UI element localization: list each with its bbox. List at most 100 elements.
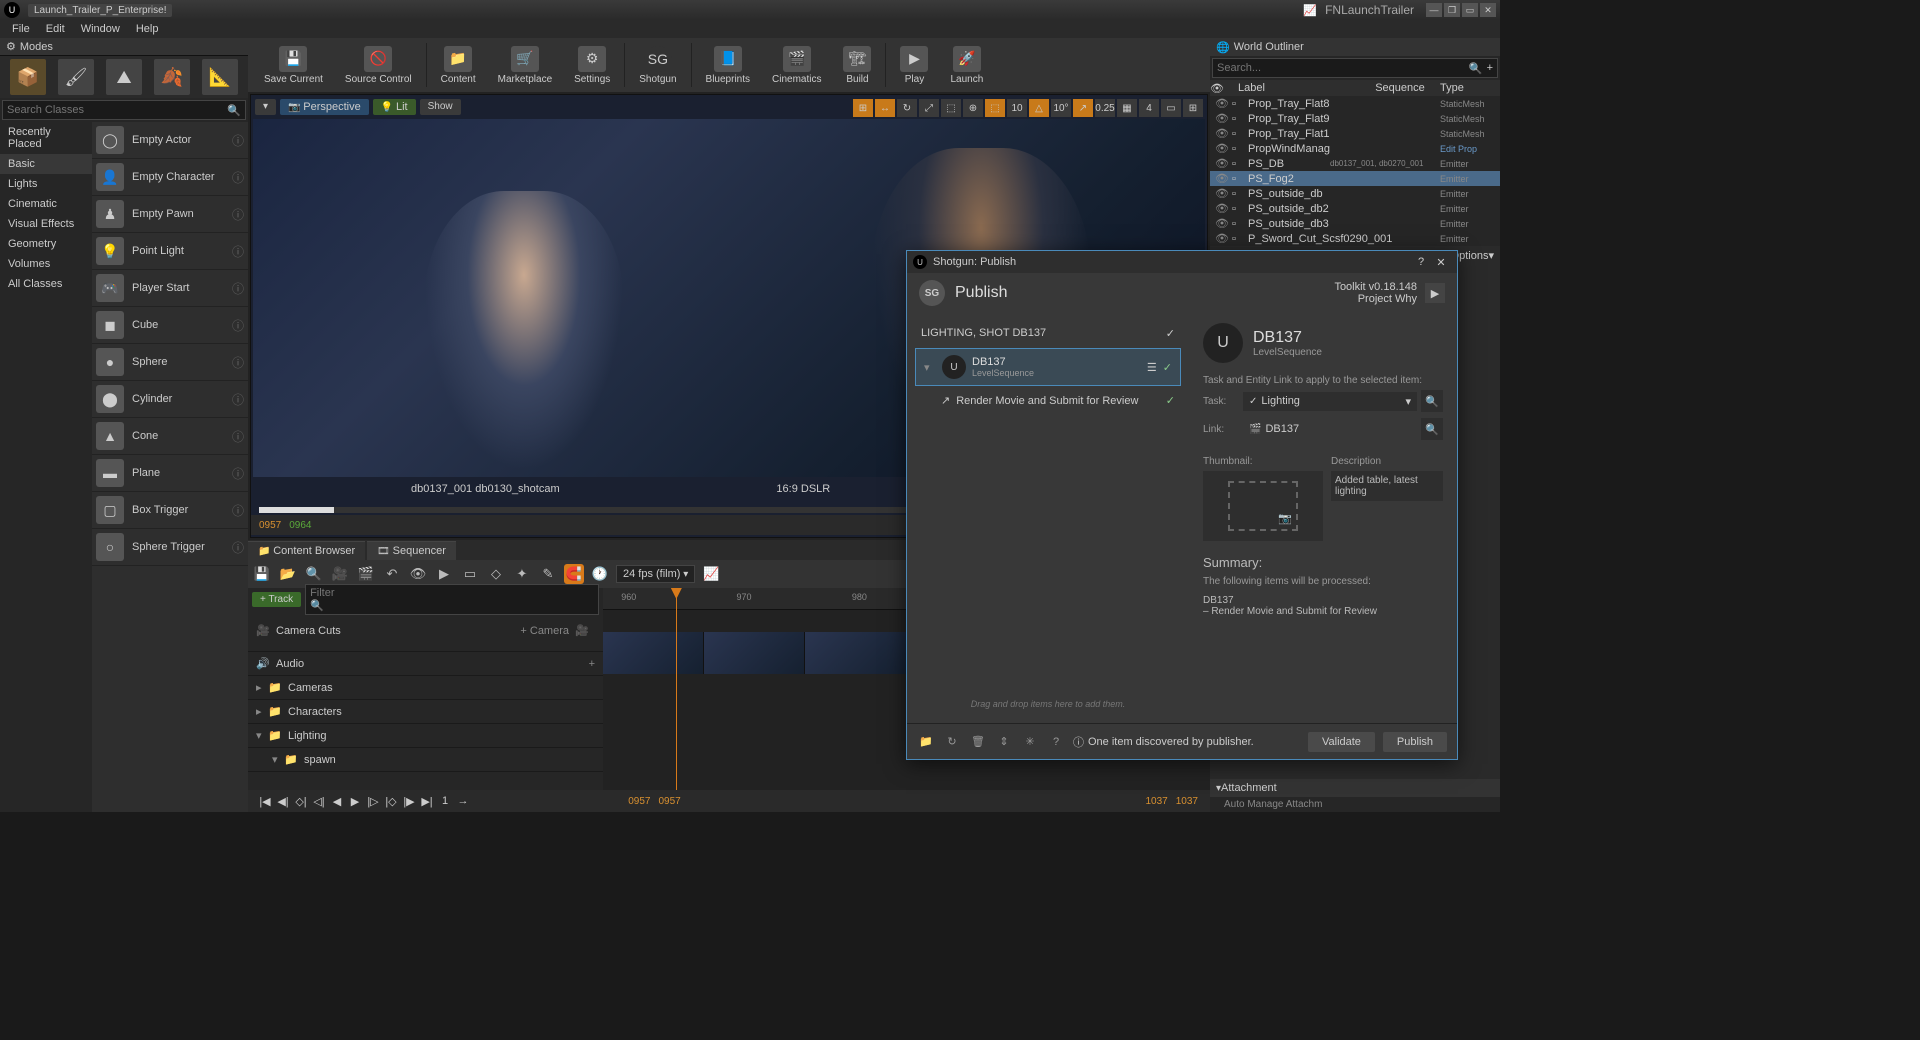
marketplace-button[interactable]: 🛒Marketplace: [488, 40, 562, 90]
vp-tool-1[interactable]: ↔: [875, 99, 895, 117]
visibility-icon[interactable]: 👁: [1212, 127, 1232, 140]
expand-icon[interactable]: ▾: [256, 729, 268, 742]
goto-start-icon[interactable]: |◀: [257, 793, 273, 809]
cinematics-button[interactable]: 🎬Cinematics: [762, 40, 831, 90]
menu-icon[interactable]: ☰: [1147, 361, 1157, 374]
search-button[interactable]: 🔍: [1421, 418, 1443, 440]
info-icon[interactable]: ⓘ: [232, 280, 244, 297]
actor-cube[interactable]: ◼Cubeⓘ: [92, 307, 248, 344]
track-characters[interactable]: ▸📁Characters: [248, 700, 603, 724]
actor-plane[interactable]: ▬Planeⓘ: [92, 455, 248, 492]
vp-tool-8[interactable]: △: [1029, 99, 1049, 117]
build-button[interactable]: 🏗Build: [833, 40, 881, 90]
info-icon[interactable]: ⓘ: [232, 539, 244, 556]
info-icon[interactable]: ⓘ: [232, 465, 244, 482]
next-frame-icon[interactable]: |◇: [383, 793, 399, 809]
add-icon[interactable]: +: [589, 658, 595, 670]
seq-curves-icon[interactable]: 📈: [701, 564, 721, 584]
seq-autokey-icon[interactable]: ✦: [512, 564, 532, 584]
graph-icon[interactable]: 📈: [1303, 4, 1317, 17]
show-toggle[interactable]: Show: [420, 99, 461, 115]
vp-tool-2[interactable]: ↻: [897, 99, 917, 117]
type-col[interactable]: Type: [1440, 82, 1500, 94]
vp-tool-15[interactable]: ⊞: [1183, 99, 1203, 117]
seq-view-icon[interactable]: 👁: [408, 564, 428, 584]
visibility-icon[interactable]: 👁: [1212, 232, 1232, 245]
vis-col[interactable]: 👁: [1210, 82, 1234, 95]
track-spawn[interactable]: ▾📁spawn: [248, 748, 603, 772]
vp-tool-9[interactable]: 10°: [1051, 99, 1071, 117]
outliner-row[interactable]: 👁▫Prop_Tray_Flat8StaticMesh: [1210, 96, 1500, 111]
clip-thumb[interactable]: [704, 632, 805, 674]
check-icon[interactable]: ✓: [1166, 327, 1175, 340]
outliner-row[interactable]: 👁▫PS_Fog2Emitter: [1210, 171, 1500, 186]
playhead[interactable]: [676, 588, 677, 790]
info-icon[interactable]: ⓘ: [232, 428, 244, 445]
menu-help[interactable]: Help: [128, 23, 167, 35]
seq-play-icon[interactable]: ▶: [434, 564, 454, 584]
actor-point-light[interactable]: 💡Point Lightⓘ: [92, 233, 248, 270]
geometry-mode-icon[interactable]: 📐: [202, 59, 238, 95]
info-icon[interactable]: ⓘ: [232, 354, 244, 371]
visibility-icon[interactable]: 👁: [1212, 187, 1232, 200]
validate-button[interactable]: Validate: [1308, 732, 1375, 752]
info-icon[interactable]: ⓘ: [232, 243, 244, 260]
foliage-mode-icon[interactable]: 🍂: [154, 59, 190, 95]
cat-visual-effects[interactable]: Visual Effects: [0, 214, 92, 234]
save-button[interactable]: 💾Save Current: [254, 40, 333, 90]
context-row[interactable]: LIGHTING, SHOT DB137 ✓: [907, 321, 1189, 346]
place-mode-icon[interactable]: 📦: [10, 59, 46, 95]
paint-mode-icon[interactable]: 🖌: [58, 59, 94, 95]
cat-lights[interactable]: Lights: [0, 174, 92, 194]
collapse-icon[interactable]: ✳: [1021, 733, 1039, 751]
clip-thumb[interactable]: [805, 632, 906, 674]
outliner-row[interactable]: 👁▫Prop_Tray_Flat9StaticMesh: [1210, 111, 1500, 126]
link-value[interactable]: 🎬 DB137: [1243, 420, 1417, 438]
content-button[interactable]: 📁Content: [431, 40, 486, 90]
menu-edit[interactable]: Edit: [38, 23, 73, 35]
help-icon[interactable]: ?: [1047, 733, 1065, 751]
expand-icon[interactable]: ▾: [272, 753, 284, 766]
browse-icon[interactable]: 📁: [917, 733, 935, 751]
info-icon[interactable]: ⓘ: [232, 132, 244, 149]
step-fwd-icon[interactable]: |▷: [365, 793, 381, 809]
description-input[interactable]: Added table, latest lighting: [1331, 471, 1443, 501]
outliner-search[interactable]: 🔍 +: [1212, 58, 1498, 78]
actor-empty-actor[interactable]: ◯Empty Actorⓘ: [92, 122, 248, 159]
track-audio[interactable]: 🔊Audio+: [248, 652, 603, 676]
seq-clock-icon[interactable]: 🕐: [590, 564, 610, 584]
label-col[interactable]: Label: [1234, 82, 1360, 94]
info-icon[interactable]: ⓘ: [232, 317, 244, 334]
frame-start[interactable]: 0957: [259, 520, 281, 531]
expand-icon[interactable]: ▸: [256, 681, 268, 694]
chevron-down-icon[interactable]: ▾: [1405, 395, 1411, 408]
shotgun-button[interactable]: SGShotgun: [629, 40, 686, 90]
outliner-row[interactable]: 👁▫PS_outside_db3Emitter: [1210, 216, 1500, 231]
vp-tool-7[interactable]: 10: [1007, 99, 1027, 117]
visibility-icon[interactable]: 👁: [1212, 217, 1232, 230]
task-value[interactable]: ✓ Lighting▾: [1243, 392, 1417, 411]
vp-tool-5[interactable]: ⊕: [963, 99, 983, 117]
lit-toggle[interactable]: 💡 Lit: [373, 99, 416, 115]
check-icon[interactable]: ✓: [1166, 394, 1175, 407]
outliner-row[interactable]: 👁▫PS_DBdb0137_001, db0270_001Emitter: [1210, 156, 1500, 171]
add-track-button[interactable]: + Track: [252, 592, 301, 607]
cat-all-classes[interactable]: All Classes: [0, 274, 92, 294]
outliner-search-input[interactable]: [1217, 62, 1469, 74]
landscape-mode-icon[interactable]: ⛰: [106, 59, 142, 95]
info-icon[interactable]: ⓘ: [232, 502, 244, 519]
search-button[interactable]: 🔍: [1421, 390, 1443, 412]
fps-selector[interactable]: 24 fps (film) ▾: [616, 565, 695, 583]
actor-box-trigger[interactable]: ▢Box Triggerⓘ: [92, 492, 248, 529]
visibility-icon[interactable]: 👁: [1212, 142, 1232, 155]
vp-tool-14[interactable]: ▭: [1161, 99, 1181, 117]
cat-basic[interactable]: Basic: [0, 154, 92, 174]
actor-sphere-trigger[interactable]: ○Sphere Triggerⓘ: [92, 529, 248, 566]
track-lighting[interactable]: ▾📁Lighting: [248, 724, 603, 748]
launch-button[interactable]: 🚀Launch: [940, 40, 993, 90]
actor-cylinder[interactable]: ⬤Cylinderⓘ: [92, 381, 248, 418]
cat-recently-placed[interactable]: Recently Placed: [0, 122, 92, 154]
track-cameras[interactable]: ▸📁Cameras: [248, 676, 603, 700]
actor-sphere[interactable]: ●Sphereⓘ: [92, 344, 248, 381]
menu-window[interactable]: Window: [73, 23, 128, 35]
